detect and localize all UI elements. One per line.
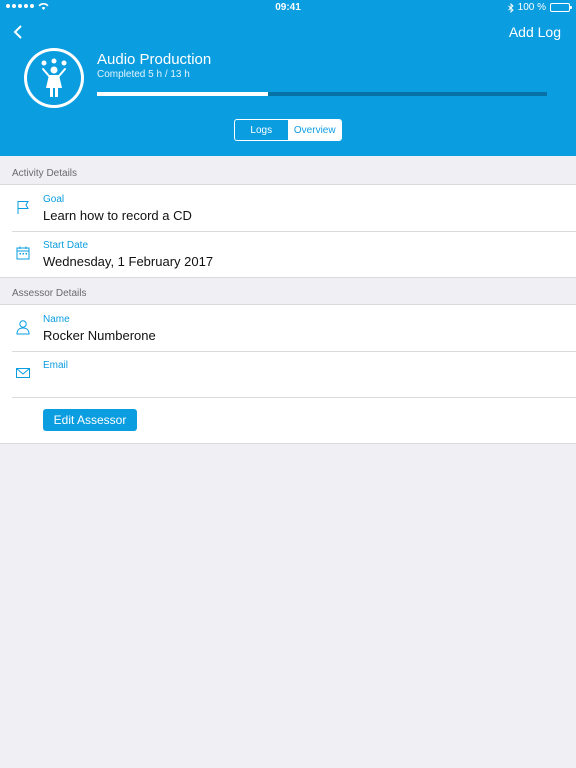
assessor-email-label: Email [43,360,69,371]
add-log-button[interactable]: Add Log [509,24,561,40]
status-bar-right: 100 % [507,2,572,13]
assessor-email-row: Email [0,351,576,397]
activity-header: 09:41 100 % Add Log Audio Production Com… [0,0,576,156]
section-activity-details: Activity Details [12,168,78,179]
progress-track [97,92,547,96]
assessor-details-card: Name Rocker Numberone Email Edit Assesso… [0,304,576,444]
battery-icon [550,3,572,12]
goal-value: Learn how to record a CD [43,208,192,223]
juggler-person-icon [41,58,67,97]
activity-details-card: Goal Learn how to record a CD Start Date… [0,184,576,278]
goal-label: Goal [43,194,65,205]
activity-avatar [24,48,84,108]
view-segmented-control: Logs Overview [234,119,342,141]
flag-icon [17,201,29,214]
battery-percent: 100 % [517,2,546,13]
start-date-label: Start Date [43,240,89,251]
assessor-name-value: Rocker Numberone [43,328,156,343]
bluetooth-icon [507,2,514,13]
activity-progress-text: Completed 5 h / 13 h [97,69,190,80]
tab-logs[interactable]: Logs [235,120,289,140]
section-assessor-details: Assessor Details [12,288,87,299]
assessor-name-row: Name Rocker Numberone [0,305,576,351]
avatar-inner [27,51,81,105]
goal-row: Goal Learn how to record a CD [0,185,576,231]
tab-overview[interactable]: Overview [288,120,341,140]
person-icon [16,320,30,335]
edit-assessor-button[interactable]: Edit Assessor [43,409,137,431]
assessor-name-label: Name [43,314,70,325]
progress-fill [97,92,268,96]
activity-title: Audio Production [97,51,212,68]
start-date-value: Wednesday, 1 February 2017 [43,254,214,269]
envelope-icon [16,368,30,378]
start-date-row: Start Date Wednesday, 1 February 2017 [0,231,576,277]
edit-assessor-row: Edit Assessor [0,397,576,443]
status-time: 09:41 [275,2,301,13]
calendar-icon [16,246,30,260]
status-bar: 09:41 100 % [0,0,576,16]
back-button[interactable] [8,22,28,42]
chevron-left-icon [13,25,22,39]
